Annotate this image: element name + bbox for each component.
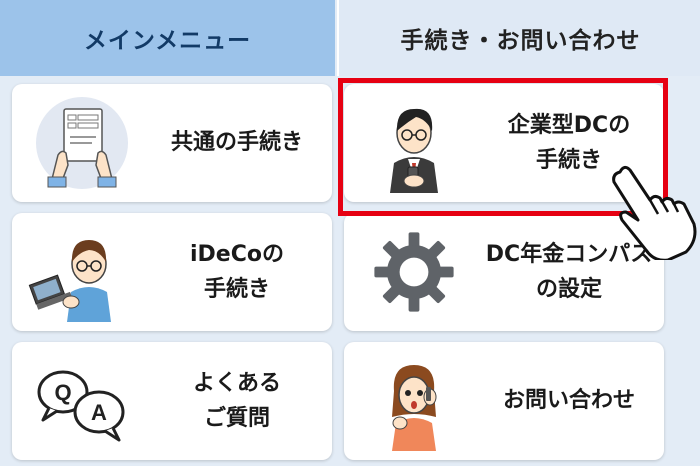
woman-phone-icon — [354, 342, 474, 460]
menu-label: よくある ご質問 — [192, 370, 281, 431]
pointing-hand-cursor-icon — [612, 165, 697, 260]
gear-icon — [354, 213, 474, 331]
menu-ideco-procedures[interactable]: iDeCoの 手続き — [12, 213, 332, 331]
svg-text:A: A — [91, 400, 107, 425]
menu-common-procedures[interactable]: 共通の手続き — [12, 84, 332, 202]
document-hands-icon — [22, 84, 142, 202]
menu-label: お問い合わせ — [502, 388, 635, 414]
menu-faq[interactable]: Q A よくある ご質問 — [12, 342, 332, 460]
tab-bar: メインメニュー 手続き・お問い合わせ — [0, 0, 700, 76]
menu-contact[interactable]: お問い合わせ — [344, 342, 664, 460]
tab-main-menu[interactable]: メインメニュー — [0, 0, 335, 76]
menu-label: 共通の手続き — [170, 130, 303, 156]
man-laptop-icon — [22, 213, 142, 331]
menu-label: iDeCoの 手続き — [190, 241, 284, 302]
qa-speech-bubbles-icon: Q A — [22, 342, 142, 460]
svg-text:Q: Q — [54, 380, 71, 405]
businessman-smartphone-icon — [354, 84, 474, 202]
tab-procedures-contact[interactable]: 手続き・お問い合わせ — [337, 0, 700, 76]
